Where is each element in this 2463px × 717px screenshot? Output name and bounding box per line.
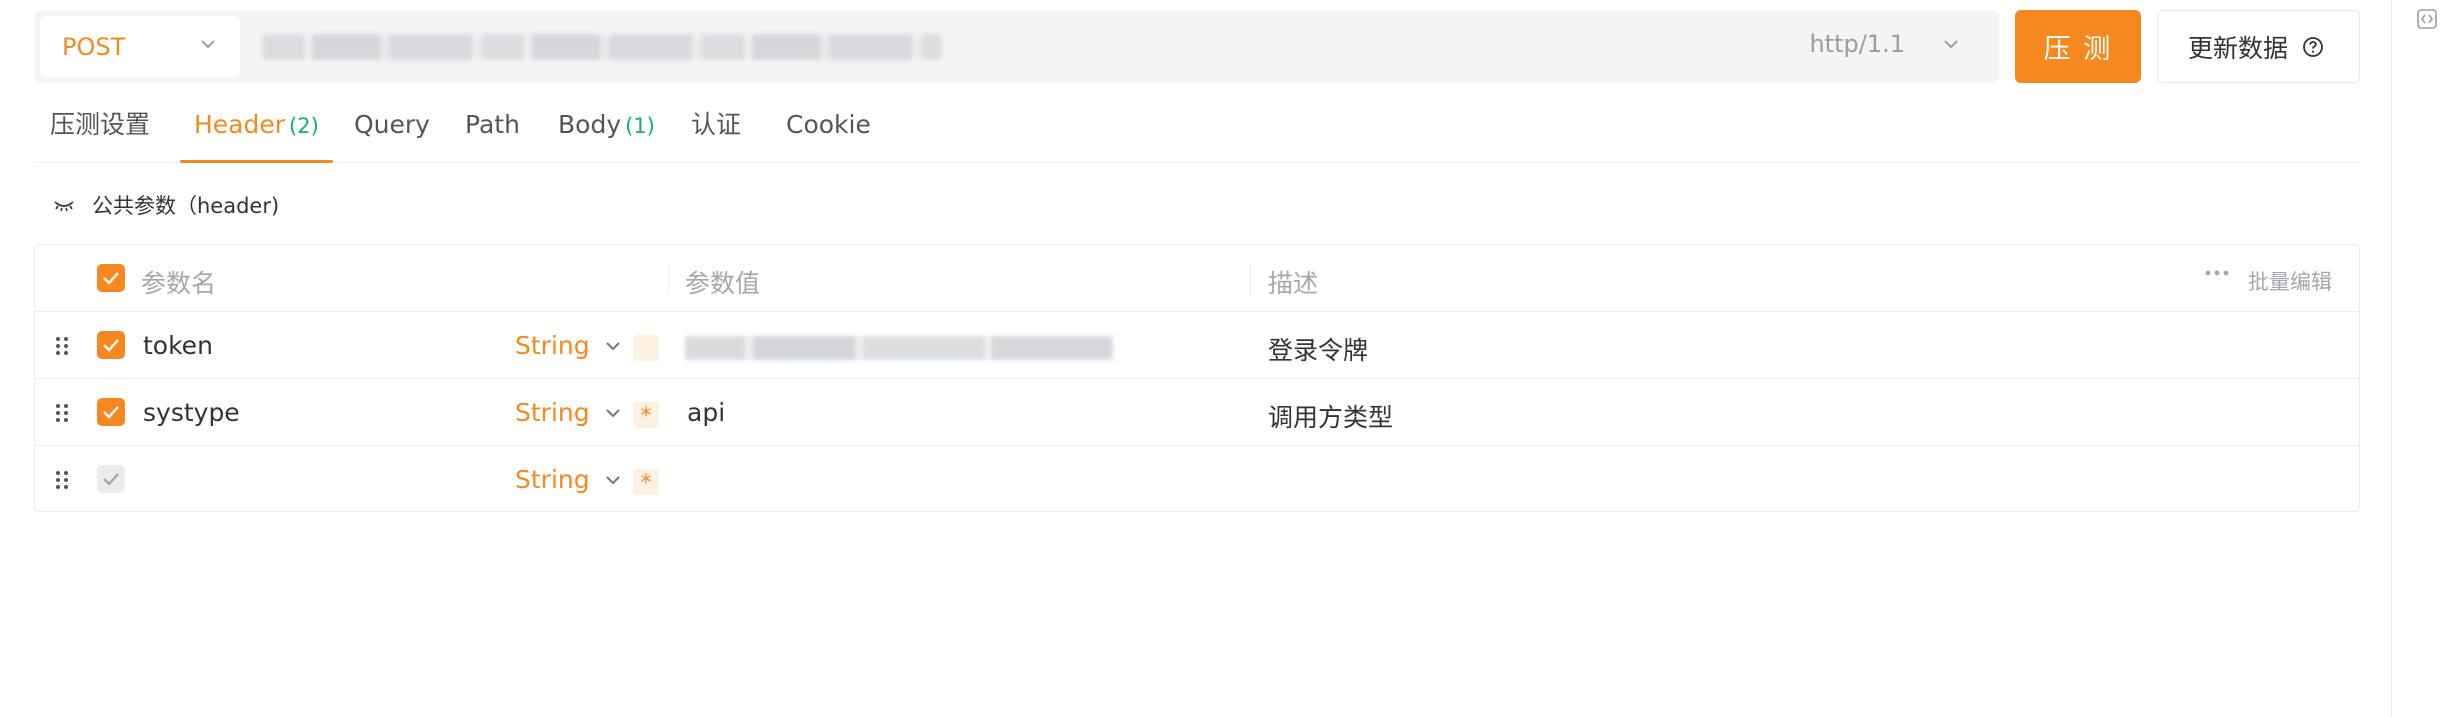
check-icon bbox=[103, 272, 119, 285]
row-checkbox[interactable] bbox=[97, 398, 125, 426]
tab-header[interactable]: Header (2) bbox=[180, 103, 333, 163]
public-params-heading[interactable]: 公共参数（header) bbox=[52, 188, 279, 222]
drag-handle-icon[interactable] bbox=[55, 336, 69, 356]
param-name-input[interactable]: systype bbox=[143, 398, 240, 427]
http-version-select[interactable]: http/1.1 bbox=[1809, 30, 1905, 58]
tab-label: Cookie bbox=[786, 110, 871, 139]
method-label: POST bbox=[62, 32, 126, 61]
tab-label: 认证 bbox=[691, 110, 742, 139]
tab-body[interactable]: Body (1) bbox=[558, 103, 655, 163]
param-description-input[interactable]: 调用方类型 bbox=[1268, 398, 1393, 434]
chevron-down-icon[interactable] bbox=[605, 407, 621, 419]
chevron-down-icon[interactable] bbox=[605, 474, 621, 486]
row-checkbox[interactable] bbox=[97, 331, 125, 359]
stress-test-button[interactable]: 压 测 bbox=[2015, 10, 2141, 83]
table-header-row: 参数名 参数值 描述 批量编辑 bbox=[35, 245, 2359, 312]
chevron-down-icon[interactable] bbox=[605, 340, 621, 352]
update-data-label: 更新数据 bbox=[2188, 33, 2289, 63]
tab-path[interactable]: Path bbox=[465, 103, 520, 163]
update-data-button[interactable]: 更新数据 bbox=[2157, 10, 2360, 83]
param-type-select[interactable]: String bbox=[515, 398, 590, 427]
eye-closed-icon[interactable] bbox=[52, 197, 76, 213]
drag-handle-icon[interactable] bbox=[55, 403, 69, 423]
row-checkbox[interactable] bbox=[97, 465, 125, 493]
table-row-new: String * bbox=[35, 446, 2359, 513]
select-all-checkbox[interactable] bbox=[97, 264, 125, 292]
column-divider bbox=[668, 263, 669, 295]
url-input[interactable] bbox=[262, 34, 942, 60]
check-icon bbox=[103, 473, 119, 486]
panel-divider bbox=[2391, 0, 2392, 717]
request-tabs: 压测设置 Header (2) Query Path Body (1) 认证 Coo… bbox=[34, 103, 2360, 163]
method-select[interactable]: POST bbox=[40, 16, 240, 77]
required-toggle[interactable]: * bbox=[633, 469, 659, 496]
column-header-value: 参数值 bbox=[685, 269, 761, 298]
table-row: systype String * api 调用方类型 bbox=[35, 379, 2359, 446]
params-table: 参数名 参数值 描述 批量编辑 token String 登录令牌 systyp… bbox=[34, 244, 2360, 512]
drag-handle-icon[interactable] bbox=[55, 470, 69, 490]
param-value-input[interactable] bbox=[685, 336, 1113, 360]
batch-edit-button[interactable]: 批量编辑 bbox=[2248, 266, 2332, 296]
check-icon bbox=[103, 339, 119, 352]
param-description-input[interactable]: 登录令牌 bbox=[1268, 331, 1368, 367]
required-toggle[interactable]: * bbox=[633, 402, 659, 429]
tab-cookie[interactable]: Cookie bbox=[786, 103, 871, 163]
param-type-select[interactable]: String bbox=[515, 331, 590, 360]
check-icon bbox=[103, 406, 119, 419]
param-value-input[interactable]: api bbox=[687, 398, 725, 427]
tab-label: Path bbox=[465, 110, 520, 139]
column-header-name: 参数名 bbox=[141, 269, 217, 298]
tab-label: Header bbox=[194, 110, 286, 139]
code-panel-icon[interactable] bbox=[2416, 8, 2438, 30]
tab-label: Body bbox=[558, 110, 622, 139]
request-bar: POST http/1.1 bbox=[34, 10, 1999, 83]
tab-query[interactable]: Query bbox=[354, 103, 430, 163]
help-circle-icon[interactable] bbox=[2302, 36, 2324, 58]
tab-count-badge: (1) bbox=[625, 114, 655, 138]
column-divider bbox=[1250, 263, 1251, 295]
section-title: 公共参数（header) bbox=[92, 194, 280, 218]
more-horizontal-icon[interactable] bbox=[2205, 269, 2229, 277]
param-type-select[interactable]: String bbox=[515, 465, 590, 494]
tab-stress-settings[interactable]: 压测设置 bbox=[50, 103, 150, 163]
tab-label: Query bbox=[354, 110, 430, 139]
column-header-description: 描述 bbox=[1268, 269, 1319, 298]
required-toggle[interactable] bbox=[633, 335, 659, 361]
tab-label: 压测设置 bbox=[50, 110, 151, 139]
param-name-input[interactable]: token bbox=[143, 331, 213, 360]
table-row: token String 登录令牌 bbox=[35, 312, 2359, 379]
chevron-down-icon bbox=[201, 40, 215, 49]
chevron-down-icon[interactable] bbox=[1943, 38, 1959, 50]
tab-count-badge: (2) bbox=[289, 114, 319, 138]
tab-auth[interactable]: 认证 bbox=[691, 103, 741, 163]
